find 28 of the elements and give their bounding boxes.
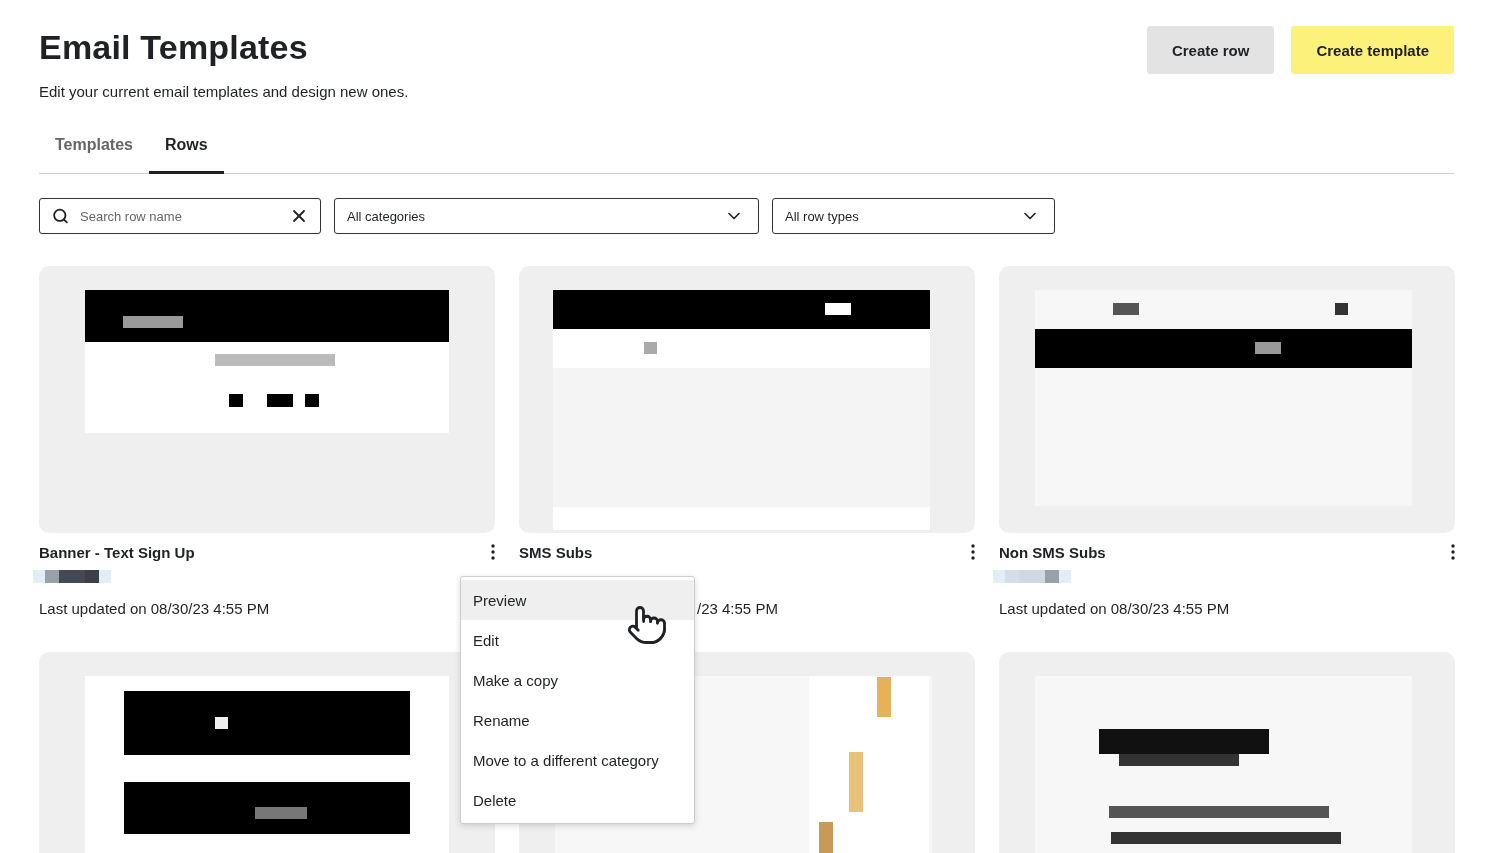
filter-dropdown[interactable]: All categories: [334, 198, 759, 234]
menu-item[interactable]: Delete: [461, 780, 694, 820]
create-row-button[interactable]: Create row: [1146, 26, 1275, 74]
filter-dropdown[interactable]: All row types: [772, 198, 1055, 234]
last-updated-text: /23 4:55 PM: [697, 600, 779, 618]
create-template-button[interactable]: Create template: [1291, 26, 1454, 74]
menu-item[interactable]: Edit: [461, 620, 694, 660]
more-options-button[interactable]: [1451, 544, 1455, 560]
more-options-button[interactable]: [971, 544, 975, 560]
search-icon: [52, 207, 69, 225]
page-title: Email Templates: [39, 28, 309, 67]
more-options-button[interactable]: [491, 544, 495, 560]
more-vertical-icon: [971, 544, 975, 560]
last-updated-text: Last updated on 08/30/23 4:55 PM: [999, 600, 1231, 618]
search-field[interactable]: Search row name: [39, 198, 321, 234]
menu-item[interactable]: Move to a different category: [461, 740, 694, 780]
row-title: Banner - Text Sign Up: [39, 543, 195, 561]
row-title: Non SMS Subs: [999, 543, 1106, 561]
menu-item[interactable]: Preview: [461, 580, 694, 620]
menu-item[interactable]: Rename: [461, 700, 694, 740]
tab[interactable]: Templates: [39, 128, 149, 174]
more-vertical-icon: [1451, 544, 1455, 560]
page-subtitle: Edit your current email templates and design new ones.: [39, 83, 409, 100]
menu-item[interactable]: Make a copy: [461, 660, 694, 700]
row-title: SMS Subs: [519, 543, 593, 561]
hand-cursor-icon: [626, 604, 668, 646]
more-vertical-icon: [491, 544, 495, 560]
tab[interactable]: Rows: [148, 128, 224, 174]
